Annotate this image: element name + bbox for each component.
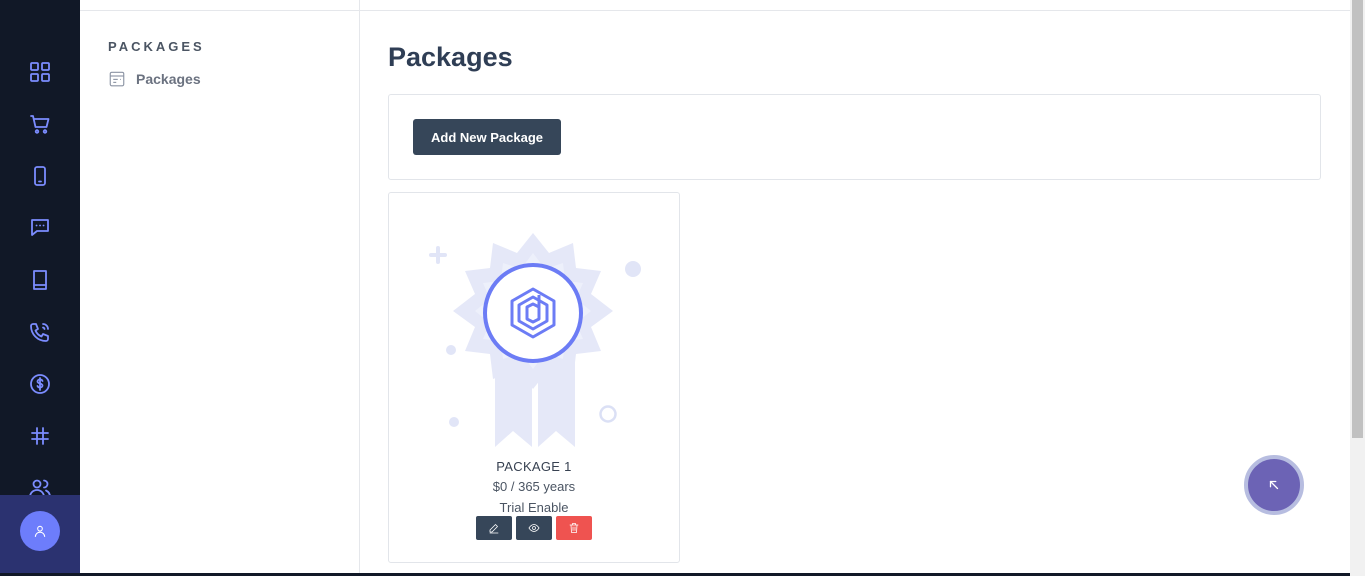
packages-subnav: PACKAGES Packages	[80, 0, 360, 576]
dollar-icon[interactable]	[26, 370, 54, 398]
package-price: $0 / 365 years	[492, 479, 576, 494]
delete-package-button[interactable]	[556, 516, 592, 540]
cart-icon[interactable]	[26, 110, 54, 138]
package-card: PACKAGE 1 $0 / 365 years Trial Enable	[388, 192, 680, 563]
page-scrollbar[interactable]	[1350, 0, 1365, 576]
chat-icon[interactable]	[26, 213, 54, 241]
view-icon	[528, 524, 540, 532]
scrollbar-thumb[interactable]	[1352, 0, 1363, 438]
floating-action-button[interactable]	[1244, 455, 1304, 515]
list-icon	[109, 71, 125, 87]
package-status: Trial Enable	[499, 500, 569, 515]
dashboard-icon[interactable]	[26, 58, 54, 86]
subnav-item-label: Packages	[136, 71, 201, 87]
hashtag-icon[interactable]	[26, 422, 54, 450]
subnav-heading: PACKAGES	[108, 39, 205, 54]
subnav-item-packages[interactable]: Packages	[108, 70, 201, 88]
user-icon	[34, 525, 46, 537]
arrow-up-left-icon	[1269, 480, 1279, 490]
actions-panel: Add New Package	[388, 94, 1321, 180]
mobile-icon[interactable]	[26, 162, 54, 190]
delete-icon	[569, 523, 579, 533]
book-icon[interactable]	[26, 266, 54, 294]
edit-package-button[interactable]	[476, 516, 512, 540]
page-title: Packages	[388, 42, 513, 72]
top-divider	[80, 10, 1350, 11]
rail-footer	[0, 495, 80, 576]
user-avatar[interactable]	[20, 511, 60, 551]
package-actions	[476, 516, 592, 540]
edit-icon	[489, 524, 499, 534]
icon-rail	[0, 0, 80, 576]
app-root: PACKAGES Packages Packages Add New Packa…	[0, 0, 1365, 576]
package-name: PACKAGE 1	[496, 459, 572, 474]
view-package-button[interactable]	[516, 516, 552, 540]
add-new-package-button[interactable]: Add New Package	[413, 119, 561, 155]
phone-call-icon[interactable]	[26, 318, 54, 346]
package-badge-illustration	[429, 233, 641, 447]
